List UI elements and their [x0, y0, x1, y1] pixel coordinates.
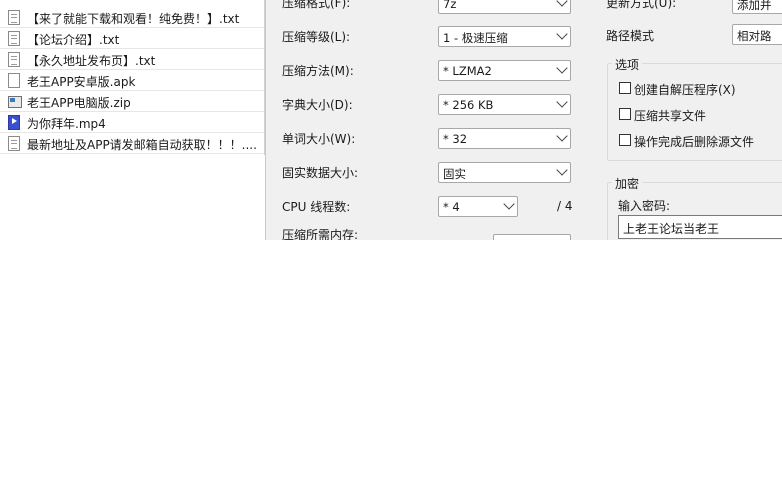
- file-name: 老王APP安卓版.apk: [27, 75, 136, 89]
- file-name: 【来了就能下载和观看！纯免费！】.txt: [27, 12, 240, 26]
- password-label: 输入密码:: [618, 199, 671, 213]
- method-value: * LZMA2: [443, 64, 492, 78]
- list-item[interactable]: 老王APP电脑版.zip: [0, 92, 264, 112]
- chevron-down-icon: [556, 28, 568, 40]
- solid-label: 固实数据大小:: [282, 166, 359, 180]
- solid-value: 固实: [443, 167, 466, 181]
- list-item[interactable]: 【论坛介绍】.txt: [0, 29, 264, 49]
- chevron-down-icon: [556, 0, 568, 7]
- threads-label: CPU 线程数:: [282, 200, 351, 214]
- format-value: 7z: [443, 0, 457, 11]
- chevron-down-icon: [556, 164, 568, 176]
- add-to-archive-dialog: 压缩格式(F): 7z 压缩等级(L): 1 - 极速压缩 压缩方法(M): *…: [265, 0, 782, 240]
- text-file-icon: [8, 31, 20, 46]
- delete-source-label: 操作完成后删除源文件: [634, 135, 755, 149]
- chevron-down-icon: [503, 198, 515, 210]
- password-input[interactable]: 上老王论坛当老王: [618, 215, 782, 239]
- password-value: 上老王论坛当老王: [623, 222, 720, 236]
- file-name: 为你拜年.mp4: [27, 117, 106, 131]
- video-file-icon: [8, 115, 20, 130]
- method-label: 压缩方法(M):: [282, 64, 354, 78]
- file-icon: [8, 73, 20, 88]
- text-file-icon: [8, 10, 20, 25]
- word-label: 单词大小(W):: [282, 132, 356, 146]
- format-label: 压缩格式(F):: [282, 0, 351, 10]
- memory-label: 压缩所需内存:: [282, 228, 359, 240]
- list-item[interactable]: 最新地址及APP请发邮箱自动获取！！！....: [0, 134, 264, 154]
- list-item[interactable]: 【来了就能下载和观看！纯免费！】.txt: [0, 8, 264, 28]
- memory-field: [493, 234, 571, 240]
- file-name: 最新地址及APP请发邮箱自动获取！！！....: [27, 138, 257, 152]
- solid-select[interactable]: 固实: [438, 162, 571, 183]
- word-value: * 32: [443, 132, 468, 146]
- path-mode-label: 路径模式: [606, 29, 655, 43]
- list-item[interactable]: 老王APP安卓版.apk: [0, 71, 264, 91]
- chevron-down-icon: [556, 130, 568, 142]
- dict-select[interactable]: * 256 KB: [438, 94, 571, 115]
- options-title: 选项: [612, 56, 643, 73]
- file-name: 【论坛介绍】.txt: [27, 33, 120, 47]
- level-value: 1 - 极速压缩: [443, 31, 508, 45]
- path-mode-value: 相对路: [737, 29, 772, 43]
- level-select[interactable]: 1 - 极速压缩: [438, 26, 571, 47]
- delete-source-checkbox[interactable]: [619, 134, 631, 146]
- format-select[interactable]: 7z: [438, 0, 571, 14]
- shared-files-label: 压缩共享文件: [634, 109, 707, 123]
- level-label: 压缩等级(L):: [282, 30, 351, 44]
- chevron-down-icon: [556, 96, 568, 108]
- method-select[interactable]: * LZMA2: [438, 60, 571, 81]
- text-file-icon: [8, 136, 20, 151]
- dict-label: 字典大小(D):: [282, 98, 353, 112]
- dict-value: * 256 KB: [443, 98, 494, 112]
- update-value: 添加并: [737, 0, 772, 12]
- list-item[interactable]: 为你拜年.mp4: [0, 113, 264, 133]
- path-mode-select[interactable]: 相对路: [732, 24, 782, 45]
- threads-select[interactable]: * 4: [438, 196, 518, 217]
- threads-total: / 4: [557, 199, 573, 213]
- text-file-icon: [8, 52, 20, 67]
- encryption-title: 加密: [612, 175, 643, 192]
- file-name: 老王APP电脑版.zip: [27, 96, 131, 110]
- sfx-checkbox[interactable]: [619, 82, 631, 94]
- file-name: 【永久地址发布页】.txt: [27, 54, 156, 68]
- update-label: 更新方式(U):: [606, 0, 677, 10]
- threads-value: * 4: [443, 200, 460, 214]
- chevron-down-icon: [556, 62, 568, 74]
- file-list: 【来了就能下载和观看！纯免费！】.txt 【论坛介绍】.txt 【永久地址发布页…: [0, 0, 265, 155]
- update-select[interactable]: 添加并: [732, 0, 782, 14]
- archive-file-icon: [8, 96, 22, 108]
- sfx-label: 创建自解压程序(X): [634, 83, 736, 97]
- word-select[interactable]: * 32: [438, 128, 571, 149]
- shared-files-checkbox[interactable]: [619, 108, 631, 120]
- list-item[interactable]: 【永久地址发布页】.txt: [0, 50, 264, 70]
